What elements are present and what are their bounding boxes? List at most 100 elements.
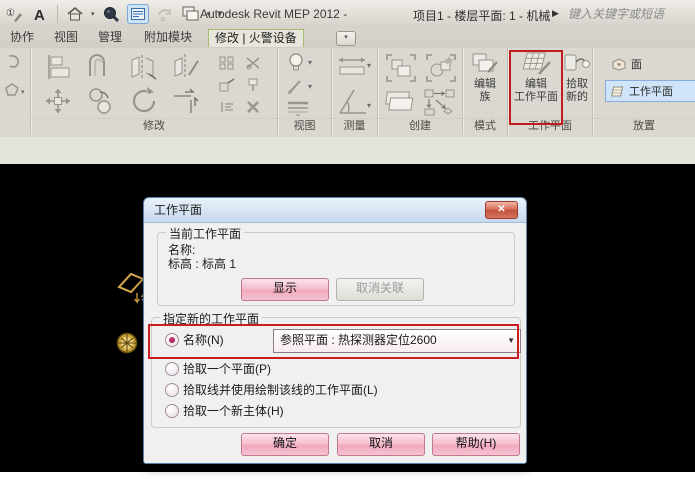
edit-workplane-icon bbox=[522, 52, 551, 75]
lightbulb-icon[interactable]: ▾ bbox=[286, 52, 316, 72]
split-icon[interactable] bbox=[245, 56, 261, 70]
ribbon-minimize-button[interactable]: ▾ bbox=[336, 31, 356, 46]
panel-modify: 修改 bbox=[31, 48, 278, 135]
home-view-caret-icon[interactable]: ▾ bbox=[91, 11, 95, 18]
measure-icon[interactable]: ▾ bbox=[336, 54, 374, 80]
edit-family-button[interactable]: 编辑 族 bbox=[465, 50, 505, 104]
specify-group-label: 指定新的工作平面 bbox=[160, 310, 263, 327]
panel-label-placement: 放置 bbox=[593, 118, 695, 135]
render-icon[interactable] bbox=[101, 4, 121, 24]
scale-icon[interactable] bbox=[219, 78, 235, 92]
radio-pick-line[interactable] bbox=[165, 383, 179, 397]
ribbon: ▾ 修改 ▾ ▾ 视图 ▾ ▾ 测量 创建 编辑 族 模式 编辑 工作平面 拾取… bbox=[0, 48, 695, 139]
current-level-line: 标高 : 标高 1 bbox=[168, 257, 237, 271]
annotate-icon[interactable]: ① bbox=[4, 4, 24, 24]
document-title: 项目1 - 楼层平面: 1 - 机械 bbox=[413, 9, 551, 23]
svg-text:①: ① bbox=[6, 8, 15, 19]
place-on-workplane-option[interactable]: 工作平面 bbox=[605, 80, 695, 102]
dissociate-button: 取消关联 bbox=[336, 278, 424, 301]
panel-placement: 面 工作平面 放置 bbox=[593, 48, 695, 135]
trim-corner-icon[interactable] bbox=[171, 86, 201, 116]
load-project-icons[interactable] bbox=[424, 88, 458, 118]
create-similar-icon[interactable] bbox=[424, 52, 458, 84]
home-view-icon[interactable] bbox=[65, 4, 85, 24]
panel-label-measure: 测量 bbox=[332, 118, 377, 135]
workplane-combobox[interactable]: 参照平面 : 热探测器定位2600 ▼ bbox=[273, 329, 521, 353]
place-on-face-option[interactable]: 面 bbox=[611, 56, 642, 72]
tab-manage[interactable]: 管理 bbox=[92, 29, 128, 46]
radio-pick-host[interactable] bbox=[165, 404, 179, 418]
paintbrush-icon[interactable]: ▾ bbox=[286, 76, 316, 96]
pick-new-icon bbox=[564, 54, 590, 71]
svg-text:▾: ▾ bbox=[21, 89, 25, 96]
radio-pick-host-label[interactable]: 拾取一个新主体(H) bbox=[183, 402, 284, 419]
radio-name-label[interactable]: 名称(N) bbox=[183, 331, 224, 348]
dialog-title[interactable]: 工作平面 bbox=[144, 198, 526, 223]
radio-pick-plane-label[interactable]: 拾取一个平面(P) bbox=[183, 360, 271, 377]
svg-text:▾: ▾ bbox=[367, 61, 371, 70]
tab-addins[interactable]: 附加模块 bbox=[138, 29, 198, 46]
radio-name[interactable] bbox=[165, 333, 179, 347]
ok-button[interactable]: 确定 bbox=[241, 433, 329, 456]
svg-text:▾: ▾ bbox=[367, 101, 371, 110]
text-tool-icon[interactable]: A bbox=[30, 4, 50, 24]
pin-icon[interactable] bbox=[245, 78, 261, 92]
edit-family-icon bbox=[472, 53, 498, 73]
select-polygon-icon[interactable]: ▾ bbox=[3, 82, 27, 100]
workplane-dialog: 工作平面 ✕ 当前工作平面 名称: 标高 : 标高 1 显示 取消关联 指定新的… bbox=[143, 197, 527, 464]
angle-icon[interactable]: ▾ bbox=[336, 86, 374, 116]
tab-view[interactable]: 视图 bbox=[48, 29, 84, 46]
quick-access-toolbar: ① A ▾ ▾ ▼ bbox=[4, 2, 224, 26]
panel-label-mode: 模式 bbox=[463, 118, 507, 135]
tab-modify-fire-alarm[interactable]: 修改 | 火警设备 bbox=[208, 29, 304, 47]
svg-text:A: A bbox=[34, 7, 45, 22]
radio-pick-plane[interactable] bbox=[165, 362, 179, 376]
panel-workplane: 编辑 工作平面 拾取 新的 工作平面 bbox=[508, 48, 593, 135]
offset-icon[interactable] bbox=[86, 52, 116, 82]
panel-measure: ▾ ▾ 测量 bbox=[332, 48, 378, 135]
rotate-icon[interactable] bbox=[129, 86, 159, 116]
title-flyout-icon[interactable]: ▶ bbox=[552, 8, 559, 19]
mirror-axis-icon[interactable] bbox=[171, 52, 201, 82]
workplane-small-icon bbox=[611, 86, 624, 96]
panel-create: 创建 bbox=[378, 48, 463, 135]
panel-label-view: 视图 bbox=[278, 118, 331, 135]
search-input[interactable] bbox=[566, 4, 695, 24]
modify-cursor-icon[interactable] bbox=[5, 54, 23, 72]
pick-new-button[interactable]: 拾取 新的 bbox=[563, 50, 591, 104]
app-title: Autodesk Revit MEP 2012 - bbox=[200, 7, 348, 21]
radio-pick-line-label[interactable]: 拾取线并使用绘制该线的工作平面(L) bbox=[183, 381, 378, 398]
panel-label-create: 创建 bbox=[378, 118, 462, 135]
panel-select: ▾ bbox=[0, 48, 31, 135]
show-button[interactable]: 显示 bbox=[241, 278, 329, 301]
combo-arrow-icon[interactable]: ▼ bbox=[507, 330, 515, 351]
copy-icon[interactable] bbox=[86, 86, 116, 116]
close-icon[interactable]: ✕ bbox=[485, 201, 518, 219]
properties-palette-icon[interactable] bbox=[126, 4, 149, 24]
panel-mode: 编辑 族 模式 bbox=[463, 48, 508, 135]
help-button[interactable]: 帮助(H) bbox=[432, 433, 520, 456]
switch-windows-icon[interactable] bbox=[181, 4, 201, 24]
ribbon-tab-bar: 协作 视图 管理 附加模块 修改 | 火警设备 ▾ bbox=[0, 28, 695, 50]
create-assembly-icon[interactable] bbox=[384, 88, 418, 118]
edit-workplane-button[interactable]: 编辑 工作平面 bbox=[511, 50, 561, 104]
svg-text:▾: ▾ bbox=[308, 58, 312, 67]
face-icon bbox=[612, 57, 626, 71]
cancel-button[interactable]: 取消 bbox=[337, 433, 425, 456]
array-icon[interactable] bbox=[219, 56, 235, 70]
create-group-icon[interactable] bbox=[384, 52, 418, 84]
trim-extend-icon[interactable] bbox=[219, 100, 235, 114]
title-bar: ① A ▾ ▾ ▼ Autodesk Revit MEP 2012 - 项目1 … bbox=[0, 0, 695, 29]
drawing-area[interactable]: 工作平面 ✕ 当前工作平面 名称: 标高 : 标高 1 显示 取消关联 指定新的… bbox=[0, 164, 695, 472]
toolbar-separator bbox=[57, 5, 58, 23]
move-icon[interactable] bbox=[43, 86, 73, 116]
mirror-icon[interactable] bbox=[129, 52, 159, 82]
delete-icon[interactable] bbox=[245, 100, 261, 114]
heat-detector-icon[interactable] bbox=[116, 332, 138, 354]
svg-text:▾: ▾ bbox=[308, 82, 312, 91]
options-bar bbox=[0, 137, 695, 165]
screenshot-bottom-strip bbox=[0, 472, 695, 479]
tab-collaborate[interactable]: 协作 bbox=[4, 29, 40, 46]
thin-lines-icon[interactable] bbox=[286, 100, 310, 116]
align-icon[interactable] bbox=[43, 52, 73, 82]
